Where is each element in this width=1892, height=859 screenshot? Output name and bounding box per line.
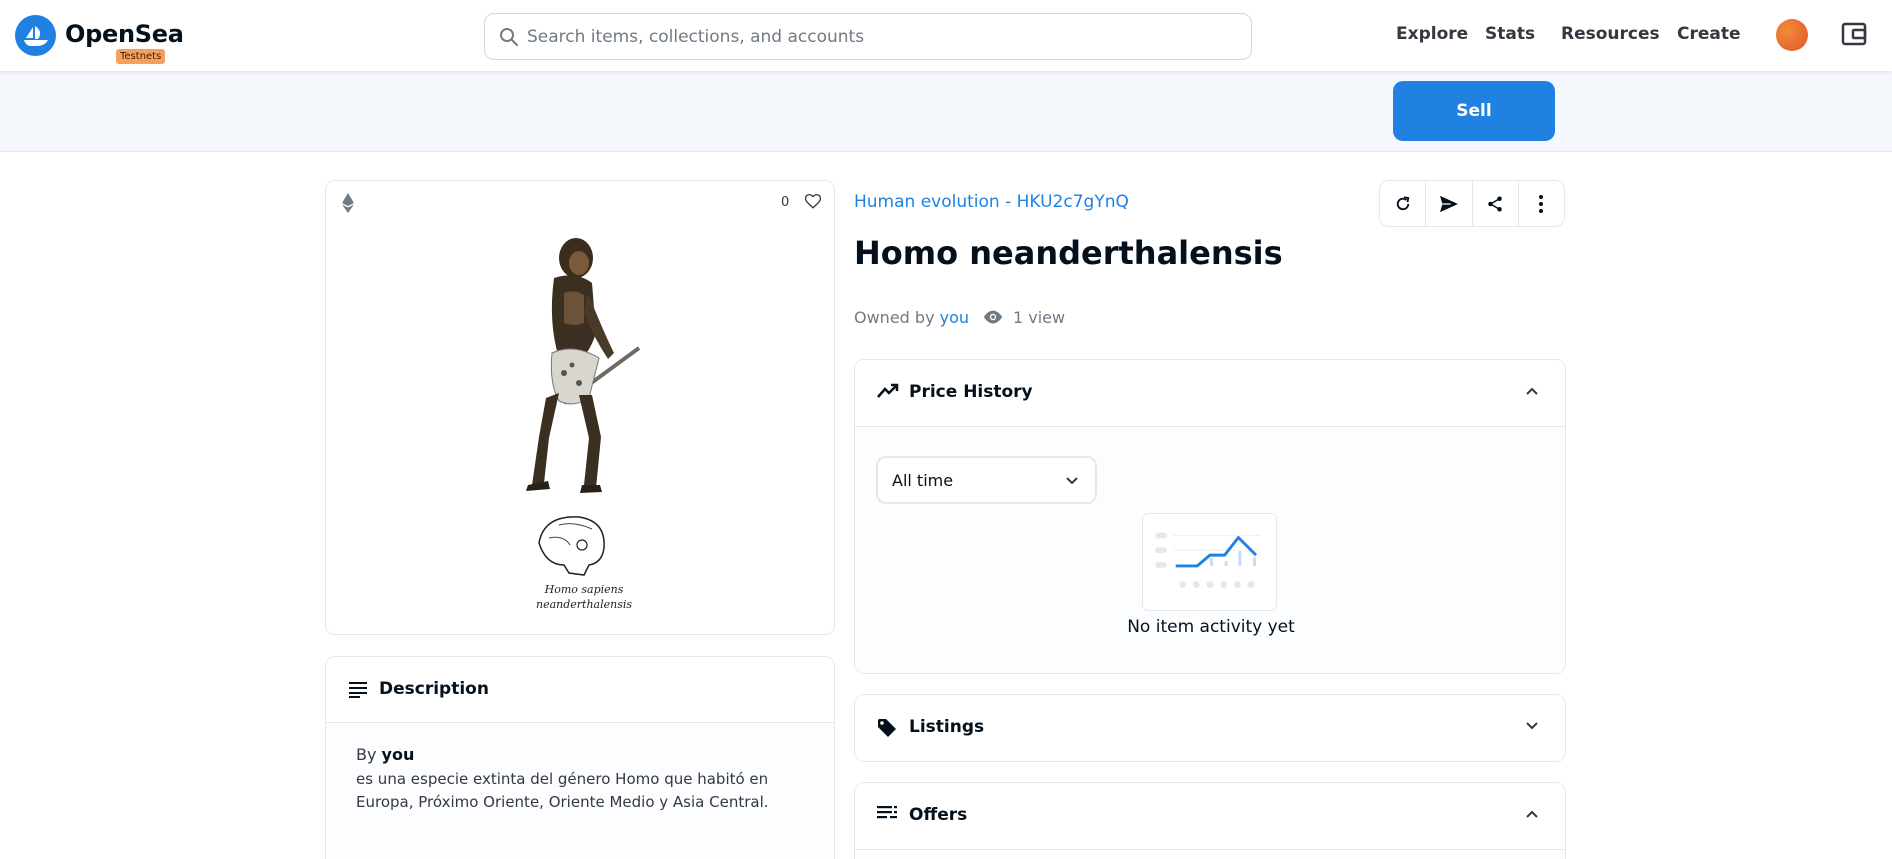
share-button[interactable] <box>1472 181 1519 226</box>
artwork-caption-line1: Homo sapiens <box>544 583 624 596</box>
ethereum-icon <box>342 193 354 213</box>
offers-header[interactable]: Offers <box>855 783 1565 849</box>
listings-title: Listings <box>909 717 985 737</box>
nav-create[interactable]: Create <box>1677 24 1741 44</box>
trending-icon <box>877 383 899 398</box>
view-count: 1 view <box>1013 308 1066 327</box>
offers-title: Offers <box>909 805 968 825</box>
no-activity-message: No item activity yet <box>1127 617 1295 637</box>
artwork-caption-line2: neanderthalensis <box>536 598 632 611</box>
description-lines-icon <box>349 682 367 698</box>
asset-media-card: 0 Homo sapiens neanderthalensis <box>325 180 835 635</box>
owner-link[interactable]: you <box>940 308 969 327</box>
profile-avatar[interactable] <box>1776 19 1808 51</box>
by-label: By <box>356 745 377 764</box>
offers-panel: Offers <box>854 782 1566 859</box>
description-author: By you <box>356 745 804 764</box>
more-options-button[interactable] <box>1518 181 1564 226</box>
time-range-value: All time <box>892 470 954 490</box>
search-icon <box>500 28 518 46</box>
search-input[interactable] <box>527 22 1227 52</box>
item-title: Homo neanderthalensis <box>854 234 1283 272</box>
nav-explore[interactable]: Explore <box>1396 24 1468 44</box>
description-panel: Description By you es una especie extint… <box>325 656 835 859</box>
chevron-down-icon <box>1066 477 1078 485</box>
top-navbar: OpenSea Testnets Explore Stats Resources… <box>0 0 1892 71</box>
description-body: By you es una especie extinta del género… <box>326 723 834 859</box>
eye-icon <box>983 310 1003 324</box>
collection-link[interactable]: Human evolution - HKU2c7gYnQ <box>854 192 1129 212</box>
description-text: es una especie extinta del género Homo q… <box>356 770 769 811</box>
wallet-icon[interactable] <box>1840 20 1868 52</box>
description-header[interactable]: Description <box>326 657 834 723</box>
asset-action-group <box>1379 180 1565 227</box>
share-icon <box>1488 196 1502 211</box>
neanderthal-artwork: Homo sapiens neanderthalensis <box>504 223 654 625</box>
price-history-title: Price History <box>909 382 1033 402</box>
chevron-down-icon[interactable] <box>1525 721 1539 731</box>
listings-header[interactable]: Listings <box>855 695 1565 761</box>
offers-list-icon <box>877 806 897 819</box>
offers-body <box>855 849 1565 859</box>
owned-by-label: Owned by <box>854 308 935 327</box>
chevron-up-icon[interactable] <box>1525 386 1539 396</box>
owner-action-bar <box>0 71 1892 152</box>
testnets-badge: Testnets <box>116 49 166 64</box>
description-title: Description <box>379 679 489 699</box>
tag-icon <box>878 719 896 737</box>
transfer-button[interactable] <box>1426 181 1473 226</box>
refresh-button[interactable] <box>1380 181 1427 226</box>
brand-name[interactable]: OpenSea <box>65 20 184 48</box>
empty-chart-illustration <box>1142 513 1277 611</box>
more-vertical-icon <box>1539 194 1544 213</box>
listings-panel: Listings <box>854 694 1566 762</box>
chevron-up-icon[interactable] <box>1525 809 1539 819</box>
refresh-icon <box>1396 195 1409 210</box>
author-link[interactable]: you <box>382 745 415 764</box>
favorites-count: 0 <box>781 195 790 210</box>
nav-stats[interactable]: Stats <box>1485 24 1535 44</box>
opensea-logo-icon[interactable] <box>15 15 56 56</box>
price-history-panel: Price History All time No item activity … <box>854 359 1566 674</box>
time-range-select[interactable]: All time <box>876 456 1097 504</box>
price-history-body: All time No item activity yet <box>855 426 1565 673</box>
send-icon <box>1439 195 1458 212</box>
nav-resources[interactable]: Resources <box>1561 24 1660 44</box>
owned-by: Owned by you <box>854 308 969 327</box>
search-bar[interactable] <box>484 13 1252 60</box>
heart-icon[interactable] <box>804 192 822 210</box>
sell-button[interactable]: Sell <box>1393 81 1555 141</box>
price-history-header[interactable]: Price History <box>855 360 1565 426</box>
